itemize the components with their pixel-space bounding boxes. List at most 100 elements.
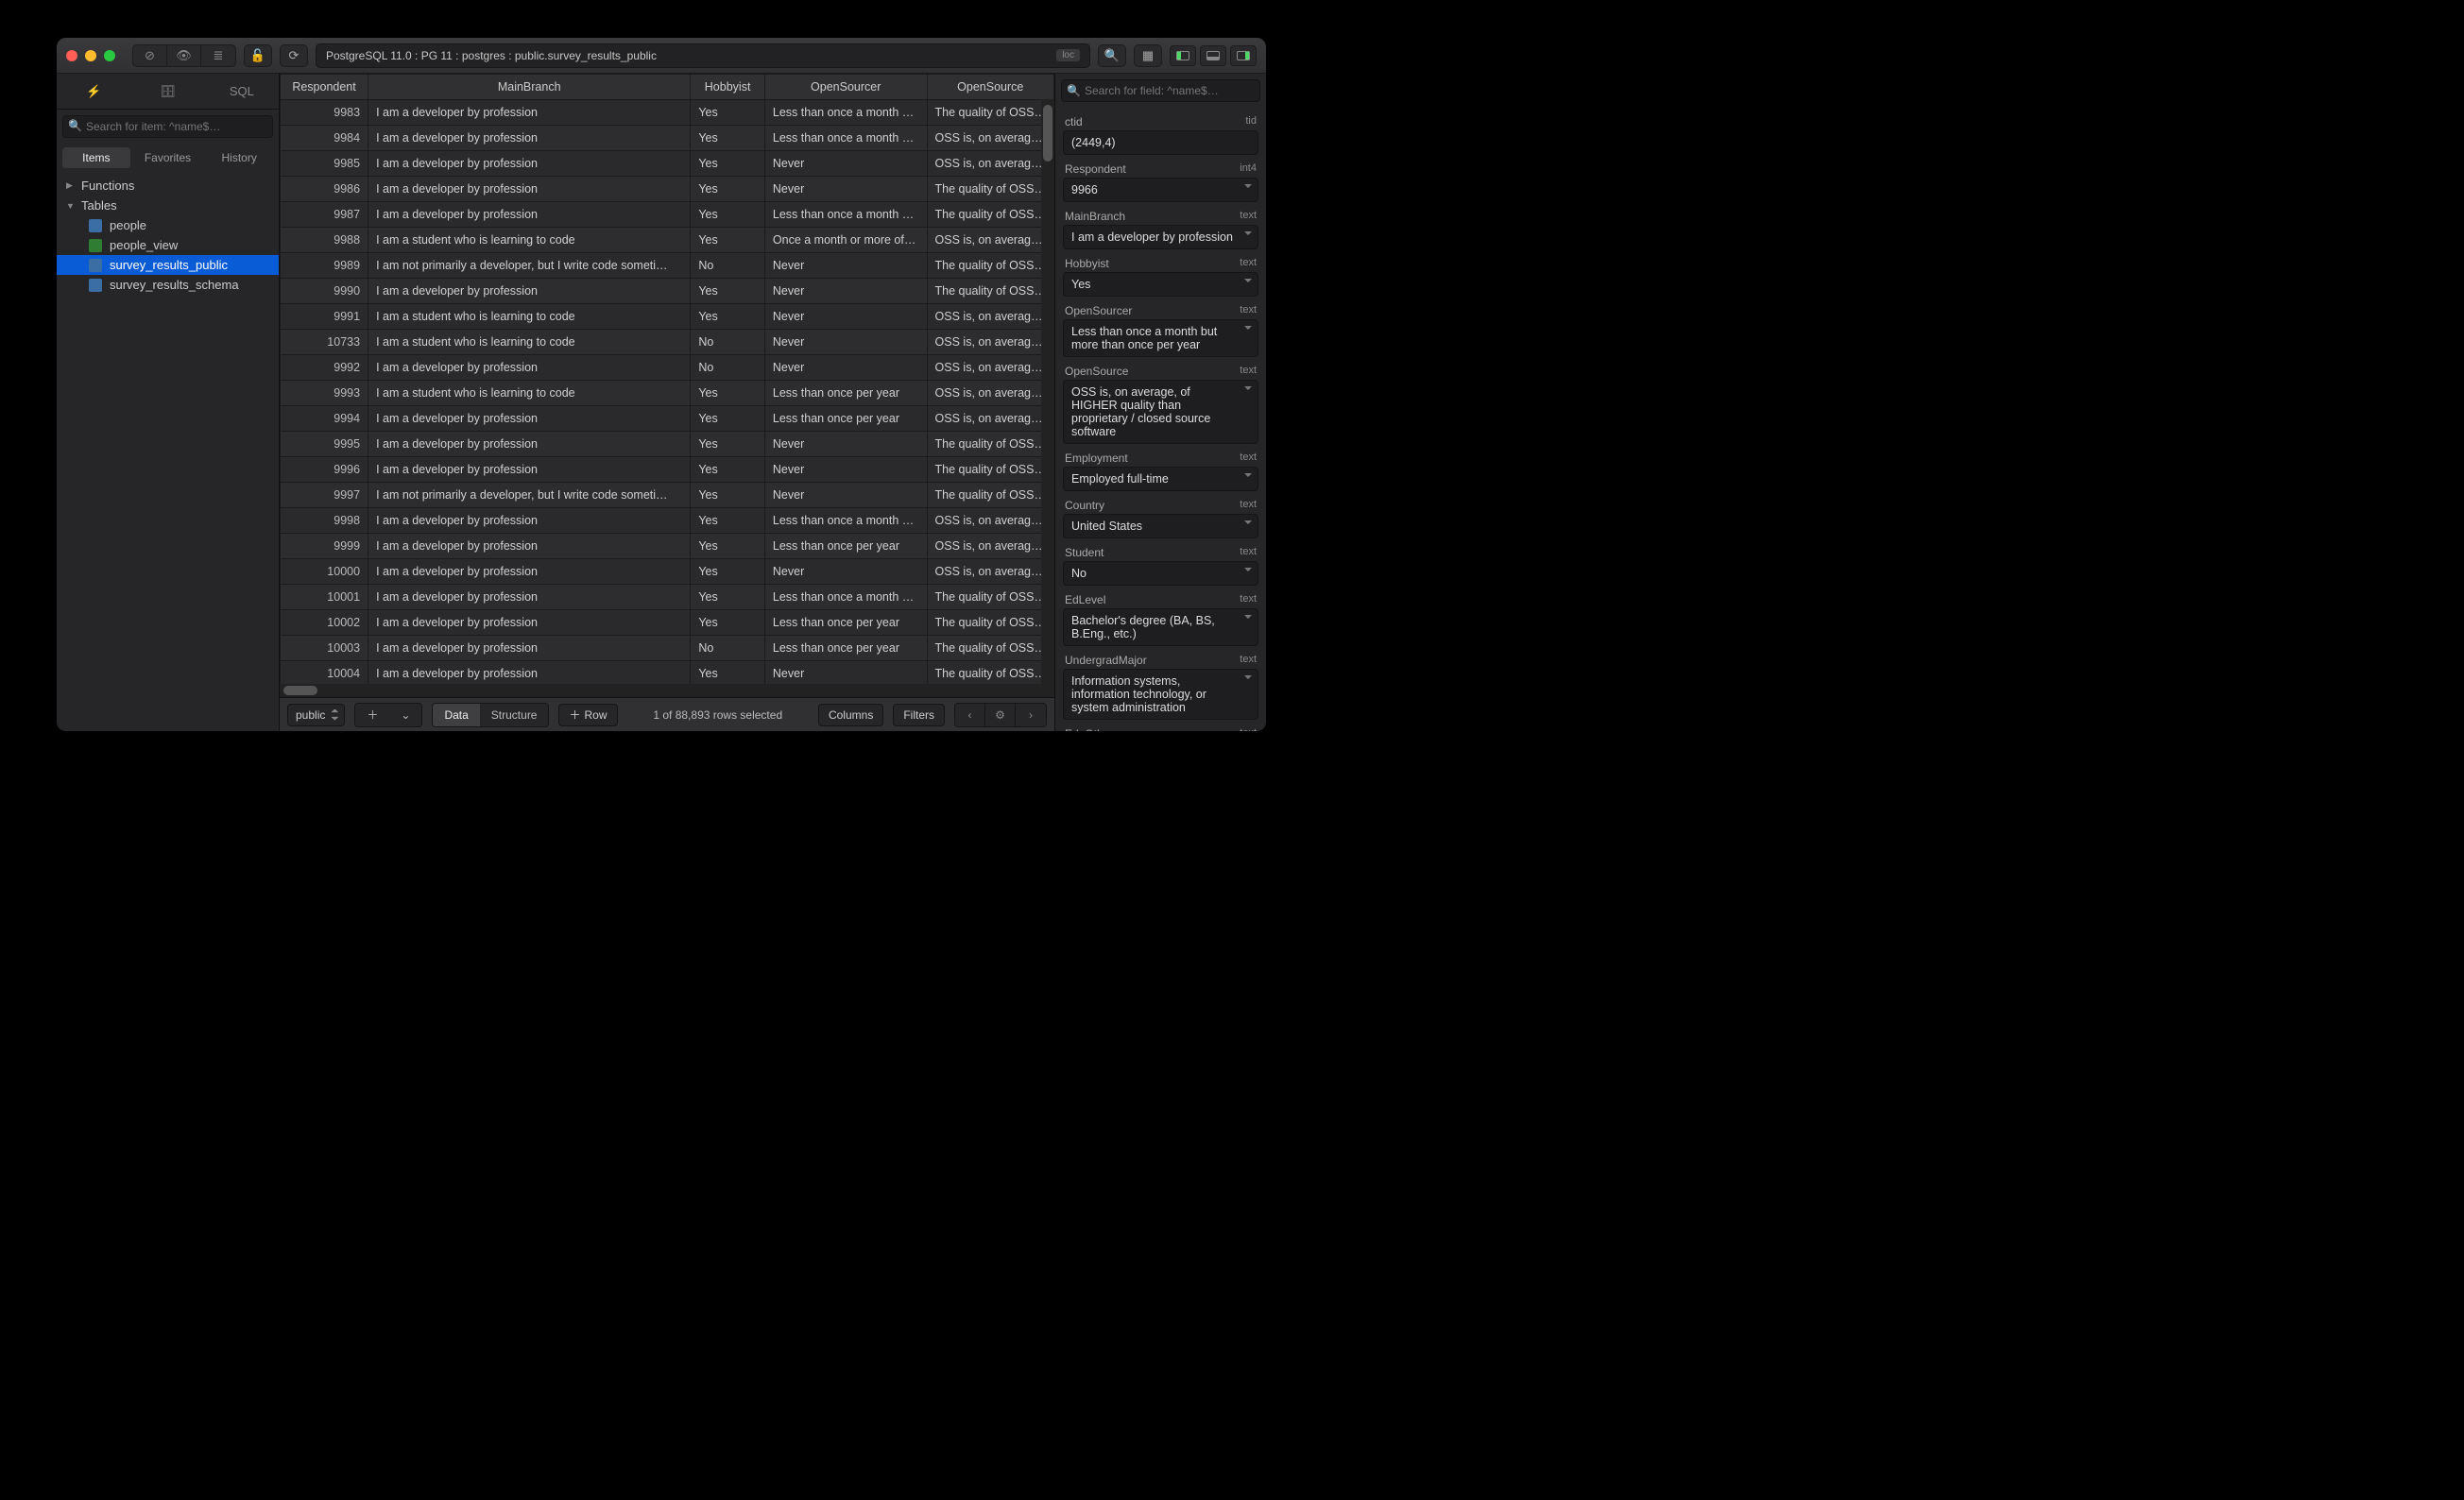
inspector-search-input[interactable] <box>1061 79 1260 102</box>
column-header-OpenSourcer[interactable]: OpenSourcer <box>764 75 927 100</box>
cell[interactable]: 10733 <box>281 330 368 355</box>
cell[interactable]: Never <box>764 177 927 202</box>
cell[interactable]: 9994 <box>281 406 368 432</box>
cell[interactable]: Less than once a month b… <box>764 202 927 228</box>
cell[interactable]: 9987 <box>281 202 368 228</box>
cell[interactable]: OSS is, on average, … <box>927 228 1053 253</box>
field-value[interactable]: (2449,4) <box>1063 130 1258 155</box>
cell[interactable]: No <box>691 636 765 661</box>
page-settings-button[interactable]: ⚙ <box>985 704 1016 726</box>
cell[interactable]: OSS is, on average, … <box>927 151 1053 177</box>
add-row-button[interactable]: ＋ Row <box>558 704 617 726</box>
cell[interactable]: Yes <box>691 406 765 432</box>
table-row[interactable]: 10002I am a developer by professionYesLe… <box>281 610 1054 636</box>
sidebar-item-people[interactable]: people <box>57 215 279 235</box>
cell[interactable]: The quality of OSS a… <box>927 457 1053 483</box>
cell[interactable]: I am a developer by profession <box>368 661 691 685</box>
back-button[interactable]: ⊘ <box>133 45 167 66</box>
table-row[interactable]: 9991I am a student who is learning to co… <box>281 304 1054 330</box>
mode-structure[interactable]: Structure <box>480 704 549 726</box>
sidebar-item-survey_results_schema[interactable]: survey_results_schema <box>57 275 279 295</box>
cell[interactable]: I am a developer by profession <box>368 636 691 661</box>
cell[interactable]: I am a developer by profession <box>368 534 691 559</box>
cell[interactable]: 9996 <box>281 457 368 483</box>
refresh-button[interactable]: ⟳ <box>280 44 308 67</box>
table-row[interactable]: 10004I am a developer by professionYesNe… <box>281 661 1054 685</box>
cell[interactable]: The quality of OSS a… <box>927 279 1053 304</box>
cell[interactable]: 9983 <box>281 100 368 126</box>
cell[interactable]: 9992 <box>281 355 368 381</box>
tree-group-tables[interactable]: ▼ Tables <box>57 196 279 215</box>
cell[interactable]: I am a developer by profession <box>368 279 691 304</box>
cell[interactable]: 9991 <box>281 304 368 330</box>
cell[interactable]: 9993 <box>281 381 368 406</box>
cell[interactable]: The quality of OSS a… <box>927 483 1053 508</box>
cell[interactable]: 9995 <box>281 432 368 457</box>
field-value[interactable]: Employed full-time <box>1063 467 1258 491</box>
field-value[interactable]: I am a developer by profession <box>1063 225 1258 249</box>
cell[interactable]: Never <box>764 432 927 457</box>
breadcrumb[interactable]: PostgreSQL 11.0 : PG 11 : postgres : pub… <box>316 43 1090 68</box>
cell[interactable]: I am a student who is learning to code <box>368 381 691 406</box>
sidebar-mode-connect[interactable]: ⚡ <box>57 74 130 109</box>
cell[interactable]: 9997 <box>281 483 368 508</box>
cell[interactable]: 9989 <box>281 253 368 279</box>
close-button[interactable] <box>66 50 77 61</box>
cell[interactable]: I am a developer by profession <box>368 406 691 432</box>
tab-favorites[interactable]: Favorites <box>134 147 202 168</box>
cell[interactable]: Never <box>764 330 927 355</box>
cell[interactable]: Yes <box>691 585 765 610</box>
cell[interactable]: Yes <box>691 100 765 126</box>
toggle-left-panel[interactable] <box>1170 45 1196 66</box>
table-row[interactable]: 9989I am not primarily a developer, but … <box>281 253 1054 279</box>
table-row[interactable]: 9987I am a developer by professionYesLes… <box>281 202 1054 228</box>
cell[interactable]: Yes <box>691 534 765 559</box>
scroll-thumb[interactable] <box>1043 105 1052 162</box>
tree-group-functions[interactable]: ▶ Functions <box>57 176 279 196</box>
cell[interactable]: The quality of OSS a… <box>927 610 1053 636</box>
cell[interactable]: Never <box>764 304 927 330</box>
list-button[interactable]: ≣ <box>201 45 235 66</box>
cell[interactable]: I am a student who is learning to code <box>368 304 691 330</box>
cell[interactable]: Never <box>764 279 927 304</box>
cell[interactable]: I am a developer by profession <box>368 355 691 381</box>
cell[interactable]: Less than once per year <box>764 381 927 406</box>
toggle-bottom-panel[interactable] <box>1200 45 1226 66</box>
minimize-button[interactable] <box>85 50 96 61</box>
cell[interactable]: No <box>691 330 765 355</box>
table-row[interactable]: 9992I am a developer by professionNoNeve… <box>281 355 1054 381</box>
table-row[interactable]: 9996I am a developer by professionYesNev… <box>281 457 1054 483</box>
filters-button[interactable]: Filters <box>893 704 945 726</box>
sidebar-item-survey_results_public[interactable]: survey_results_public <box>57 255 279 275</box>
inspector-body[interactable]: ctidtid(2449,4)Respondentint49966MainBra… <box>1055 108 1266 731</box>
field-value[interactable]: 9966 <box>1063 178 1258 202</box>
table-row[interactable]: 9995I am a developer by professionYesNev… <box>281 432 1054 457</box>
table-row[interactable]: 9986I am a developer by professionYesNev… <box>281 177 1054 202</box>
cell[interactable]: 10002 <box>281 610 368 636</box>
cell[interactable]: Less than once per year <box>764 534 927 559</box>
cell[interactable]: The quality of OSS a… <box>927 585 1053 610</box>
cell[interactable]: Yes <box>691 228 765 253</box>
cell[interactable]: 9984 <box>281 126 368 151</box>
toggle-right-panel[interactable] <box>1230 45 1257 66</box>
cell[interactable]: Less than once a month b… <box>764 100 927 126</box>
tab-history[interactable]: History <box>205 147 273 168</box>
cell[interactable]: I am a developer by profession <box>368 559 691 585</box>
cell[interactable]: Never <box>764 483 927 508</box>
zoom-button[interactable] <box>104 50 115 61</box>
cell[interactable]: OSS is, on average, … <box>927 534 1053 559</box>
table-row[interactable]: 9983I am a developer by professionYesLes… <box>281 100 1054 126</box>
cell[interactable]: I am a student who is learning to code <box>368 228 691 253</box>
column-header-Hobbyist[interactable]: Hobbyist <box>691 75 765 100</box>
cell[interactable]: I am a developer by profession <box>368 126 691 151</box>
cell[interactable]: Yes <box>691 432 765 457</box>
cell[interactable]: I am a developer by profession <box>368 610 691 636</box>
cell[interactable]: Less than once a month b… <box>764 585 927 610</box>
next-page-button[interactable]: › <box>1016 704 1046 726</box>
cell[interactable]: I am a developer by profession <box>368 457 691 483</box>
table-row[interactable]: 9993I am a student who is learning to co… <box>281 381 1054 406</box>
cell[interactable]: Yes <box>691 610 765 636</box>
field-value[interactable]: Bachelor's degree (BA, BS, B.Eng., etc.) <box>1063 608 1258 646</box>
table-row[interactable]: 9988I am a student who is learning to co… <box>281 228 1054 253</box>
preview-button[interactable]: 👁 <box>167 45 201 66</box>
